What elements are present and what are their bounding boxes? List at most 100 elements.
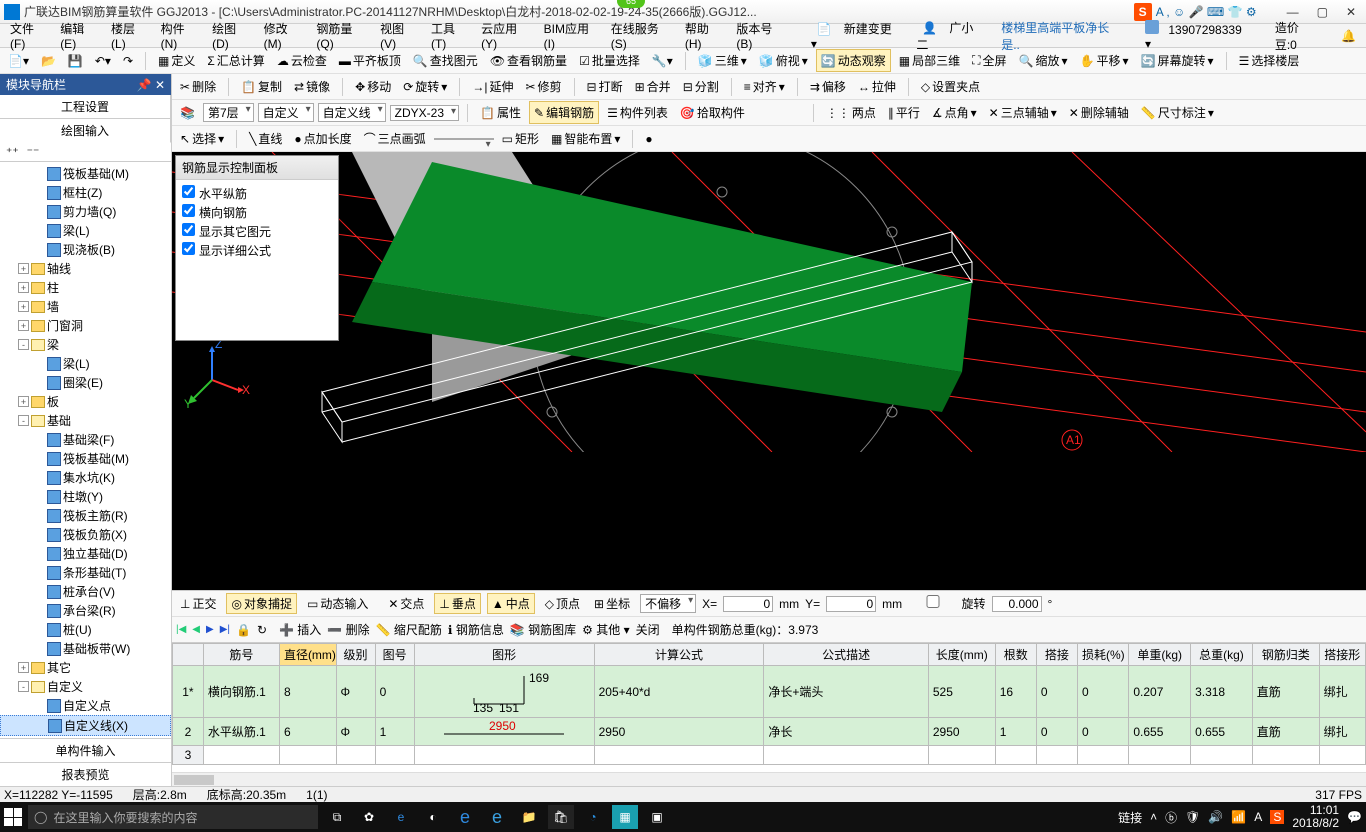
dimension-button[interactable]: 📏 尺寸标注 ▾ <box>1137 102 1218 123</box>
table-cell[interactable]: 525 <box>928 666 995 718</box>
maximize-button[interactable]: ▢ <box>1317 5 1328 19</box>
table-cell[interactable] <box>1191 746 1253 765</box>
nav-last-icon[interactable]: ▶| <box>220 624 230 635</box>
component-tree[interactable]: 筏板基础(M)框柱(Z)剪力墙(Q)梁(L)现浇板(B)+轴线+柱+墙+门窗洞-… <box>0 162 171 738</box>
tab-single-input[interactable]: 单构件输入 <box>0 738 171 762</box>
table-header[interactable]: 根数 <box>995 644 1036 666</box>
break-button[interactable]: ⊟ 打断 <box>583 76 627 97</box>
table-header[interactable]: 图形 <box>414 644 594 666</box>
task-view-icon[interactable]: ⧉ <box>324 805 350 829</box>
stair-info[interactable]: 楼梯里高端平板净长是.. <box>995 19 1129 53</box>
table-header[interactable]: 钢筋归类 <box>1252 644 1319 666</box>
table-cell[interactable] <box>764 746 929 765</box>
tree-item[interactable]: 柱墩(Y) <box>0 487 171 506</box>
account-info[interactable]: 13907298339 ▾ <box>1139 20 1259 51</box>
tree-item[interactable]: 桩承台(V) <box>0 582 171 601</box>
table-cell[interactable]: 2950 <box>594 718 764 746</box>
tray-shield-icon[interactable]: 🛡 <box>1185 810 1200 824</box>
tree-item[interactable]: 筏板主筋(R) <box>0 506 171 525</box>
table-cell[interactable] <box>279 746 336 765</box>
new-change-button[interactable]: 📄新建变更 ▾ <box>805 20 911 51</box>
table-cell[interactable] <box>414 746 594 765</box>
tray-link[interactable]: 链接 <box>1118 809 1142 826</box>
tray-ime-icon[interactable]: S <box>1270 810 1284 824</box>
tree-item[interactable]: +墙 <box>0 297 171 316</box>
table-cell[interactable]: 1 <box>375 718 414 746</box>
table-cell[interactable]: 直筋 <box>1252 718 1319 746</box>
lock-icon[interactable]: 🔒 <box>236 623 251 637</box>
table-cell[interactable] <box>1129 746 1191 765</box>
table-cell[interactable]: 2950 <box>928 718 995 746</box>
partial-3d-button[interactable]: ▦ 局部三维 <box>895 50 964 71</box>
rotate-button[interactable]: ⟳ 旋转 ▾ <box>399 76 451 97</box>
object-snap-button[interactable]: ◎ 对象捕捉 <box>226 593 297 614</box>
table-cell[interactable]: 0 <box>1077 666 1128 718</box>
stretch-button[interactable]: ↔ 拉伸 <box>854 76 900 97</box>
tab-project-settings[interactable]: 工程设置 <box>0 95 171 118</box>
three-axis-button[interactable]: ✕ 三点辅轴 ▾ <box>985 102 1061 123</box>
pin-icon[interactable]: 📌 <box>137 78 152 92</box>
menu-cloud[interactable]: 云应用(Y) <box>475 20 538 51</box>
table-cell[interactable]: 0.655 <box>1129 718 1191 746</box>
table-cell[interactable]: 0.207 <box>1129 666 1191 718</box>
tray-up-icon[interactable]: ˄ <box>1150 810 1157 824</box>
del-axis-button[interactable]: ✕ 删除辅轴 <box>1065 102 1133 123</box>
rebar-table-scroll[interactable]: 筋号直径(mm)级别图号图形计算公式公式描述长度(mm)根数搭接损耗(%)单重(… <box>172 642 1366 772</box>
pick-component-button[interactable]: 🎯 拾取构件 <box>676 102 749 123</box>
front-view-button[interactable]: 🧊 俯视 ▾ <box>755 50 812 71</box>
extra-icon[interactable]: ● <box>641 130 656 148</box>
display-option[interactable]: 水平纵筋 <box>182 184 332 203</box>
find-button[interactable]: 🔍 查找图元 <box>409 50 482 71</box>
app2-icon[interactable]: ◐ <box>420 805 446 829</box>
redo-icon[interactable]: ↷ <box>119 52 137 70</box>
ime-icons[interactable]: A , ☺ 🎤 ⌨ 👕 ⚙ <box>1156 5 1257 19</box>
fullscreen-button[interactable]: ⛶ 全屏 <box>968 50 1010 71</box>
tree-item[interactable]: -自定义 <box>0 677 171 696</box>
tree-item[interactable]: 梁(L) <box>0 354 171 373</box>
table-header[interactable]: 筋号 <box>203 644 279 666</box>
tree-item[interactable]: -梁 <box>0 335 171 354</box>
menu-rebar[interactable]: 钢筋量(Q) <box>310 20 374 51</box>
menu-bim[interactable]: BIM应用(I) <box>538 20 605 51</box>
table-cell[interactable] <box>375 746 414 765</box>
table-cell[interactable]: 3 <box>173 746 204 765</box>
tree-item[interactable]: 梁(L) <box>0 221 171 240</box>
table-cell[interactable] <box>1252 746 1319 765</box>
app1-icon[interactable]: ✿ <box>356 805 382 829</box>
auto-icon[interactable]: ↻ <box>257 623 267 637</box>
tree-item[interactable]: 筏板负筋(X) <box>0 525 171 544</box>
menu-file[interactable]: 文件(F) <box>4 20 54 51</box>
notification-badge[interactable]: 65 <box>617 0 645 8</box>
type-select[interactable]: 自定义线 <box>318 103 386 122</box>
table-header[interactable] <box>173 644 204 666</box>
system-tray[interactable]: 链接 ˄ ⓑ 🛡 🔊 📶 A S 11:012018/8/2 💬 <box>1118 804 1362 830</box>
table-cell[interactable]: 0 <box>375 666 414 718</box>
tree-item[interactable]: -基础 <box>0 411 171 430</box>
split-button[interactable]: ⊟ 分割 <box>679 76 723 97</box>
table-cell[interactable]: 绑扎 <box>1319 718 1365 746</box>
rotate-checkbox[interactable] <box>908 595 958 608</box>
rect-button[interactable]: ▭ 矩形 <box>498 128 543 149</box>
app4-icon[interactable]: ▦ <box>612 805 638 829</box>
new-icon[interactable]: 📄▾ <box>4 52 33 70</box>
vertex-snap-button[interactable]: ◇ 顶点 <box>541 594 584 613</box>
delete-row-button[interactable]: ➖ 删除 <box>327 621 369 638</box>
edit-rebar-button[interactable]: ✎ 编辑钢筋 <box>529 101 599 124</box>
tree-item[interactable]: 筏板基础(M) <box>0 164 171 183</box>
two-point-button[interactable]: ⋮⋮ 两点 <box>822 102 880 123</box>
pan-button[interactable]: ✋ 平移 ▾ <box>1076 50 1133 71</box>
menu-component[interactable]: 构件(N) <box>155 20 207 51</box>
cross-snap-button[interactable]: ✕ 交点 <box>384 594 428 613</box>
arc-options[interactable] <box>434 138 494 140</box>
tools-icon[interactable]: 🔧▾ <box>648 52 677 70</box>
tray-vol-icon[interactable]: 🔊 <box>1208 810 1223 824</box>
table-header[interactable]: 总重(kg) <box>1191 644 1253 666</box>
table-cell[interactable]: 0 <box>1036 718 1077 746</box>
other-button[interactable]: ⚙ 其他 ▾ <box>582 621 629 638</box>
scale-rebar-button[interactable]: 📏 缩尺配筋 <box>376 621 442 638</box>
tab-draw-input[interactable]: 绘图输入 <box>0 119 171 143</box>
floor-select[interactable]: 第7层 <box>203 103 254 122</box>
table-header[interactable]: 直径(mm) <box>279 644 336 666</box>
component-list-button[interactable]: ☰ 构件列表 <box>603 102 672 123</box>
table-cell[interactable]: 直筋 <box>1252 666 1319 718</box>
